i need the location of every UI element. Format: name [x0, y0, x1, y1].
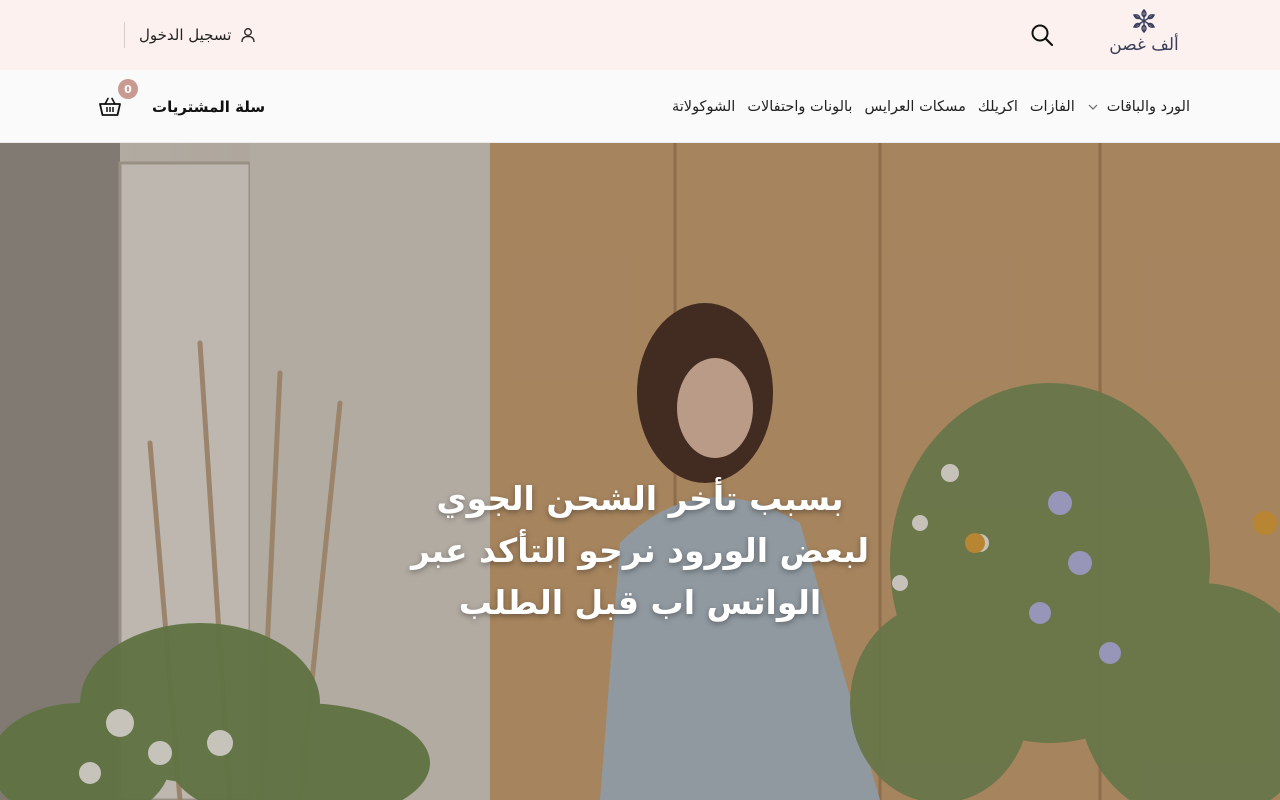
logo-text: ألف غصن: [1109, 35, 1179, 55]
flower-logo-icon: [1133, 9, 1155, 33]
site-logo[interactable]: ألف غصن: [1104, 8, 1184, 64]
hero-line: لبعض الورود نرجو التأكد عبر: [410, 531, 870, 570]
hero-overlay: [0, 143, 1280, 800]
nav-item-acrylic[interactable]: اكريلك: [978, 99, 1018, 115]
cart-count-badge: 0: [118, 79, 138, 99]
nav-item-balloons[interactable]: بالونات واحتفالات: [747, 99, 852, 115]
main-navbar: الورد والباقات الفازات اكريلك مسكات العر…: [0, 70, 1280, 143]
nav-item-label: الورد والباقات: [1106, 98, 1190, 115]
nav-item-label: الفازات: [1029, 98, 1075, 115]
hero-line: الواتس اب قبل الطلب: [458, 583, 822, 622]
nav-item-bridal-bouquets[interactable]: مسكات العرايس: [864, 99, 965, 115]
hero-banner: بسبب تأخر الشحن الجوي لبعض الورود نرجو ا…: [0, 143, 1280, 800]
basket-icon: 0: [96, 79, 138, 121]
hero-headline: بسبب تأخر الشحن الجوي لبعض الورود نرجو ا…: [380, 473, 900, 629]
user-icon: [239, 26, 257, 44]
cart-button[interactable]: 0 سلة المشتريات: [96, 79, 266, 130]
nav-item-label: اكريلك: [977, 98, 1018, 115]
nav-item-flowers[interactable]: الورد والباقات: [1087, 99, 1190, 115]
login-label: تسجيل الدخول: [139, 26, 232, 44]
nav-item-label: مسكات العرايس: [864, 98, 966, 115]
hero-line: بسبب تأخر الشحن الجوي: [436, 479, 844, 518]
top-header: ألف غصن تسجيل الدخول: [0, 0, 1280, 70]
nav-item-vases[interactable]: الفازات: [1030, 99, 1075, 115]
cart-label: سلة المشتريات: [152, 98, 266, 116]
search-button[interactable]: [1028, 21, 1056, 49]
search-icon: [1031, 24, 1054, 47]
login-link[interactable]: تسجيل الدخول: [124, 22, 257, 48]
nav-menu: الورد والباقات الفازات اكريلك مسكات العر…: [672, 70, 1190, 143]
nav-item-chocolate[interactable]: الشوكولاتة: [672, 99, 735, 115]
nav-item-label: بالونات واحتفالات: [747, 98, 853, 115]
nav-item-label: الشوكولاتة: [671, 98, 736, 115]
chevron-down-icon: [1087, 101, 1099, 113]
